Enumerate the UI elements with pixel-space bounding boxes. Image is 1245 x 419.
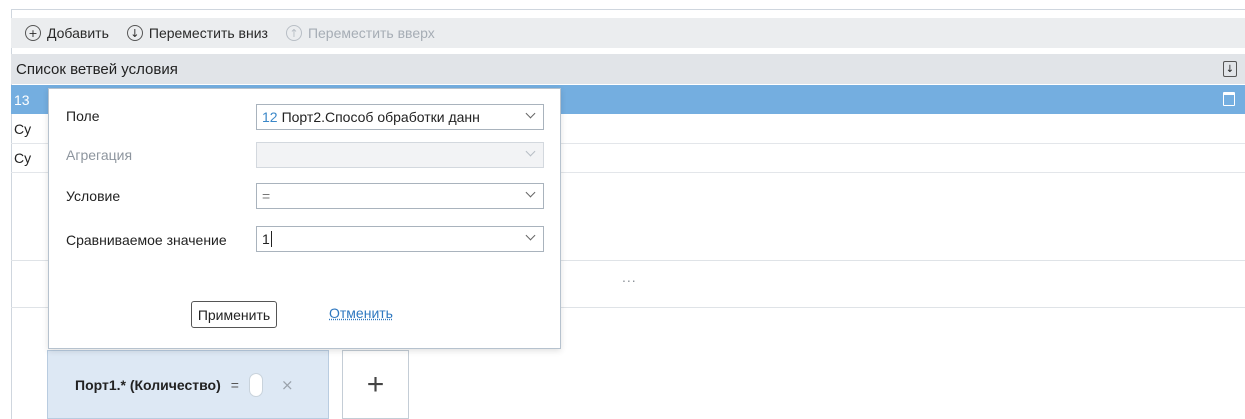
add-condition-button[interactable]: + xyxy=(342,350,409,419)
condition-chip[interactable]: Порт1.* (Количество) = × xyxy=(47,350,329,419)
chevron-down-icon xyxy=(525,187,536,198)
cancel-link[interactable]: Отменить xyxy=(329,305,393,321)
compare-value: 1 xyxy=(262,231,270,247)
aggregation-select[interactable] xyxy=(256,142,544,168)
text-cursor xyxy=(270,231,272,247)
apply-button[interactable]: Применить xyxy=(191,301,277,328)
branch-row-text: Су xyxy=(14,121,32,137)
chip-label: Порт1.* (Количество) xyxy=(75,376,221,393)
delete-icon[interactable] xyxy=(1223,92,1235,106)
chip-value-slot[interactable] xyxy=(248,372,263,397)
export-icon[interactable]: ↓ xyxy=(1223,61,1237,77)
move-down-label: Переместить вниз xyxy=(148,25,268,41)
field-select[interactable]: 12 Порт2.Способ обработки данн xyxy=(256,104,544,130)
branch-list-header: Список ветвей условия ↓ xyxy=(11,54,1245,84)
chevron-down-icon xyxy=(525,146,536,157)
move-up-label: Переместить вверх xyxy=(307,25,435,41)
branch-row-text: 13 xyxy=(14,91,30,108)
toolbar: + Добавить ↓ Переместить вниз ↑ Перемест… xyxy=(11,18,1245,48)
field-label: Поле xyxy=(66,108,100,124)
condition-select[interactable]: = xyxy=(256,183,544,209)
branch-list-title: Список ветвей условия xyxy=(16,60,178,78)
move-down-button[interactable]: ↓ Переместить вниз xyxy=(126,25,268,41)
condition-label: Условие xyxy=(66,188,121,204)
plus-circle-icon: + xyxy=(25,25,41,41)
arrow-up-circle-icon: ↑ xyxy=(285,25,302,41)
aggregation-label: Агрегация xyxy=(66,147,133,163)
compare-value-label: Сравниваемое значение xyxy=(66,232,227,248)
move-up-button[interactable]: ↑ Переместить вверх xyxy=(285,25,435,41)
apply-label: Применить xyxy=(197,306,271,323)
more-ellipsis[interactable]: ... xyxy=(622,269,637,285)
condition-value: = xyxy=(262,188,271,204)
compare-value-input[interactable]: 1 xyxy=(256,226,544,252)
field-value: Порт2.Способ обработки данн xyxy=(281,109,480,125)
arrow-down-circle-icon: ↓ xyxy=(126,25,143,41)
add-label: Добавить xyxy=(47,25,109,41)
plus-icon: + xyxy=(366,367,385,401)
add-button[interactable]: + Добавить xyxy=(25,25,109,41)
chip-operator: = xyxy=(230,376,239,393)
close-icon[interactable]: × xyxy=(281,376,294,394)
branch-row-text: Су xyxy=(14,150,32,166)
chevron-down-icon xyxy=(525,230,536,241)
condition-editor-popup: Поле 12 Порт2.Способ обработки данн Агре… xyxy=(48,88,561,349)
field-number: 12 xyxy=(262,109,278,125)
